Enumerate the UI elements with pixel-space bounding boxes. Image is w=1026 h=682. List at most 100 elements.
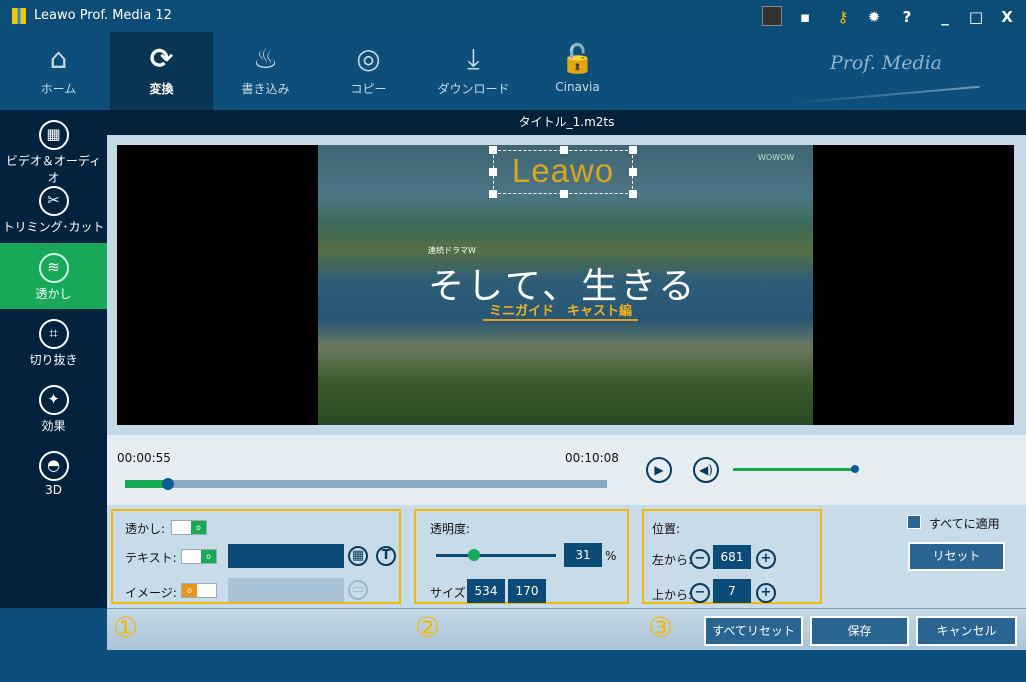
watermark-toggle[interactable]: o xyxy=(171,520,207,535)
tab-convert[interactable]: ⟳ 変換 xyxy=(110,32,213,110)
gear-icon[interactable]: ✹ xyxy=(864,8,884,26)
tab-copy[interactable]: ◎ コピー xyxy=(317,32,420,110)
sidebar: ▦ ビデオ＆オーディオ ✂ トリミング･カット ≋ 透かし ⌗ 切り抜き ✦ 効果 ◓ 3D xyxy=(0,110,107,608)
help-icon[interactable]: ? xyxy=(897,8,917,26)
volume-slider[interactable] xyxy=(733,465,859,473)
tab-label: 変換 xyxy=(149,82,174,96)
sidebar-item-crop[interactable]: ⌗ 切り抜き xyxy=(0,309,107,375)
resize-handle[interactable] xyxy=(560,190,568,198)
resize-handle[interactable] xyxy=(629,168,637,176)
transparency-knob[interactable] xyxy=(468,549,480,561)
3d-glasses-icon: ◓ xyxy=(38,451,69,481)
tab-burn[interactable]: ♨ 書き込み xyxy=(214,32,317,110)
bottom-bar: ① ② ③ すべてリセット 保存 キャンセル xyxy=(107,608,1026,650)
close-button[interactable]: X xyxy=(997,8,1017,26)
image-toggle[interactable]: o xyxy=(181,583,217,598)
maximize-button[interactable]: □ xyxy=(966,8,986,26)
current-time: 00:00:55 xyxy=(117,451,171,465)
watermark-icon: ≋ xyxy=(38,253,69,283)
small-logo: 連続ドラマW xyxy=(428,246,476,255)
resize-handle[interactable] xyxy=(629,146,637,154)
tab-download[interactable]: ⤓ ダウンロード xyxy=(422,32,525,110)
image-label: イメージ: xyxy=(125,586,177,600)
sidebar-item-label: 透かし xyxy=(35,287,72,301)
image-path-input[interactable] xyxy=(228,578,344,602)
apply-all-checkbox[interactable] xyxy=(907,515,921,529)
watermark-settings: 透かし: o テキスト: o ▦ T イメージ: o ▭ 透明度: 31 % サ… xyxy=(107,505,1026,608)
sidebar-item-trim[interactable]: ✂ トリミング･カット xyxy=(0,176,107,242)
file-title: タイトル_1.m2ts xyxy=(107,110,1026,135)
toggle-knob: o xyxy=(201,550,216,563)
app-logo-icon xyxy=(12,8,26,24)
left-increment-button[interactable]: + xyxy=(756,549,776,569)
font-icon[interactable]: T xyxy=(376,546,396,566)
title-bar: Leawo Prof. Media 12 ▪ ⚷ ✹ ? _ □ X xyxy=(0,0,1026,32)
volume-icon[interactable]: ◀) xyxy=(693,457,719,483)
transparency-value[interactable]: 31 xyxy=(564,543,602,567)
tab-cinavia[interactable]: 🔓 Cinavia xyxy=(526,32,629,110)
crop-icon: ⌗ xyxy=(38,319,69,349)
sidebar-item-watermark[interactable]: ≋ 透かし xyxy=(0,243,107,309)
save-button[interactable]: 保存 xyxy=(810,616,909,646)
progress-knob[interactable] xyxy=(162,478,175,490)
sidebar-item-effect[interactable]: ✦ 効果 xyxy=(0,375,107,441)
feedback-icon[interactable]: ▪ xyxy=(795,8,815,26)
resize-handle[interactable] xyxy=(489,168,497,176)
sidebar-item-label: 3D xyxy=(45,483,62,497)
convert-icon: ⟳ xyxy=(149,42,174,75)
left-value[interactable]: 681 xyxy=(713,545,751,569)
resize-handle[interactable] xyxy=(489,146,497,154)
resize-handle[interactable] xyxy=(629,190,637,198)
sidebar-item-label: 効果 xyxy=(41,419,66,433)
tab-label: 書き込み xyxy=(241,82,290,96)
player-controls: 00:00:55 00:10:08 ▶ ◀) xyxy=(107,435,1026,505)
scissors-icon: ✂ xyxy=(38,186,69,216)
reset-all-button[interactable]: すべてリセット xyxy=(704,616,803,646)
width-value[interactable]: 534 xyxy=(467,579,505,603)
film-icon: ▦ xyxy=(38,120,69,150)
cancel-button[interactable]: キャンセル xyxy=(916,616,1017,646)
text-input[interactable] xyxy=(228,544,344,568)
transparency-group: 透明度: 31 % サイズ: 534 170 xyxy=(414,509,629,604)
watermark-label: 透かし: xyxy=(125,522,166,536)
resize-handle[interactable] xyxy=(560,146,568,154)
minimize-button[interactable]: _ xyxy=(935,8,955,26)
amd-icon[interactable] xyxy=(762,6,782,26)
brand-swoosh xyxy=(790,85,980,105)
top-decrement-button[interactable]: − xyxy=(690,583,710,603)
reset-button[interactable]: リセット xyxy=(908,542,1005,571)
sidebar-item-video-audio[interactable]: ▦ ビデオ＆オーディオ xyxy=(0,110,107,185)
transparency-slider[interactable] xyxy=(436,549,556,561)
sidebar-item-label: 切り抜き xyxy=(29,353,78,367)
top-increment-button[interactable]: + xyxy=(756,583,776,603)
percent-unit: % xyxy=(605,549,617,563)
cinavia-icon: 🔓 xyxy=(560,42,595,75)
resize-handle[interactable] xyxy=(489,190,497,198)
toggle-knob: o xyxy=(182,584,197,597)
left-decrement-button[interactable]: − xyxy=(690,549,710,569)
size-label: サイズ: xyxy=(430,586,470,600)
top-value[interactable]: 7 xyxy=(713,579,751,603)
position-label: 位置: xyxy=(652,522,681,536)
color-picker-icon[interactable]: ▦ xyxy=(348,546,368,566)
text-toggle[interactable]: o xyxy=(181,549,217,564)
brand-logo: Prof. Media xyxy=(830,52,943,74)
sidebar-item-label: トリミング･カット xyxy=(2,220,105,234)
tab-label: ホーム xyxy=(40,82,77,96)
folder-icon[interactable]: ▭ xyxy=(348,580,368,600)
section-number: ① xyxy=(113,611,139,644)
toggle-knob: o xyxy=(191,521,206,534)
main-toolbar: ⌂ ホーム ⟳ 変換 ♨ 書き込み ◎ コピー ⤓ ダウンロード 🔓 Cinavia Pro… xyxy=(0,32,1026,110)
play-button[interactable]: ▶ xyxy=(646,457,672,483)
sidebar-item-3d[interactable]: ◓ 3D xyxy=(0,441,107,507)
volume-knob[interactable] xyxy=(851,465,859,473)
tab-label: ダウンロード xyxy=(437,82,510,96)
key-icon[interactable]: ⚷ xyxy=(833,8,853,26)
progress-slider[interactable] xyxy=(125,478,607,490)
tab-home[interactable]: ⌂ ホーム xyxy=(7,32,110,110)
height-value[interactable]: 170 xyxy=(508,579,546,603)
watermark-overlay[interactable]: Leawo xyxy=(489,146,637,198)
text-label: テキスト: xyxy=(125,551,177,565)
section-number: ③ xyxy=(648,611,674,644)
app-title: Leawo Prof. Media 12 xyxy=(34,8,172,23)
